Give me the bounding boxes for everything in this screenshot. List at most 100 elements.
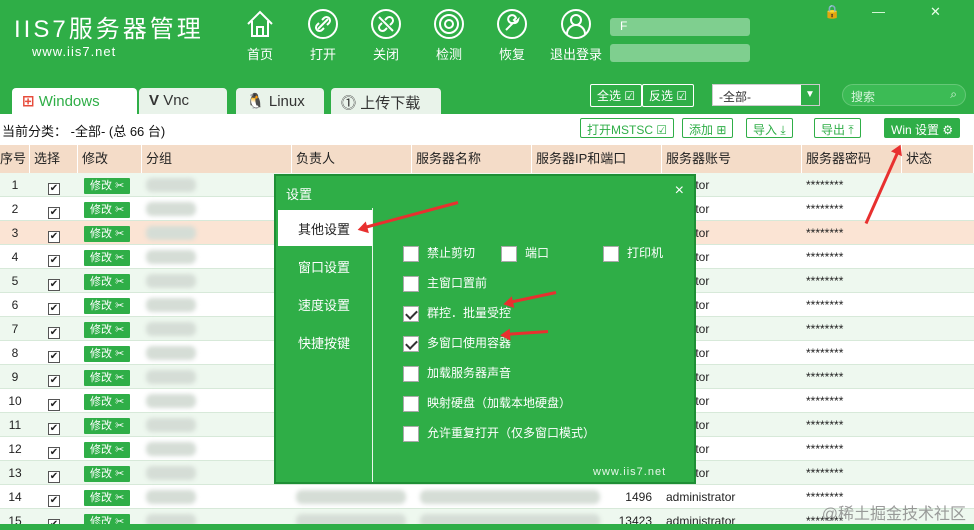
sidebar-item-hotkeys[interactable]: 快捷按键 — [278, 324, 372, 360]
col-owner: 负责人 — [292, 145, 412, 173]
option-checkbox[interactable]: 加载服务器声音 — [403, 364, 511, 382]
row-select-checkbox[interactable]: ✔ — [30, 365, 78, 389]
row-edit-button[interactable]: 修改 ✂ — [84, 413, 136, 437]
nav-open-button[interactable]: 打开 — [295, 8, 351, 63]
row-select-checkbox[interactable]: ✔ — [30, 197, 78, 221]
close-window-button[interactable]: ✕ — [930, 4, 941, 20]
row-edit-button[interactable]: 修改 ✂ — [84, 269, 136, 293]
row-select-checkbox[interactable]: ✔ — [30, 173, 78, 197]
checkbox-checked-icon: ✔ — [48, 423, 60, 435]
wrench-icon — [497, 9, 527, 39]
row-edit-button[interactable]: 修改 ✂ — [84, 221, 136, 245]
tools-icon: ✂ — [115, 348, 125, 360]
import-button[interactable]: 导入 ⤓ — [746, 118, 793, 138]
edit-label: 修改 — [90, 252, 112, 264]
row-no: 8 — [11, 346, 19, 360]
sidebar-item-window[interactable]: 窗口设置 — [278, 248, 372, 284]
row-select-checkbox[interactable]: ✔ — [30, 293, 78, 317]
row-edit-button[interactable]: 修改 ✂ — [84, 341, 136, 365]
tab-vnc[interactable]: V Vnc — [139, 88, 227, 114]
row-edit-button[interactable]: 修改 ✂ — [84, 389, 136, 413]
option-checkbox[interactable]: 主窗口置前 — [403, 274, 487, 292]
row-select-checkbox[interactable]: ✔ — [30, 413, 78, 437]
row-select-checkbox[interactable]: ✔ — [30, 485, 78, 509]
row-edit-button[interactable]: 修改 ✂ — [84, 461, 136, 485]
dialog-close-button[interactable]: × — [675, 182, 684, 200]
win-settings-button[interactable]: Win 设置 ⚙ — [884, 118, 961, 138]
tools-icon: ✂ — [115, 420, 125, 432]
row-group-redacted — [146, 202, 196, 216]
option-checkbox[interactable]: 端口 — [501, 244, 549, 262]
row-password: ******** — [806, 250, 844, 264]
nav-restore-button[interactable]: 恢复 — [484, 8, 540, 63]
checkbox-checked-icon: ✔ — [48, 471, 60, 483]
option-checkbox[interactable]: 群控．批量受控 — [403, 304, 511, 322]
row-password: ******** — [806, 298, 844, 312]
open-mstsc-button[interactable]: 打开MSTSC ☑ — [580, 118, 675, 138]
tab-vnc-label: Vnc — [163, 92, 190, 109]
export-button[interactable]: 导出 ⤒ — [814, 118, 861, 138]
nav-check-button[interactable]: 检测 — [421, 8, 477, 63]
edit-label: 修改 — [90, 228, 112, 240]
edit-label: 修改 — [90, 444, 112, 456]
row-owner-redacted — [296, 490, 406, 504]
add-button[interactable]: 添加 ⊞ — [682, 118, 734, 138]
row-edit-button[interactable]: 修改 ✂ — [84, 365, 136, 389]
row-edit-button[interactable]: 修改 ✂ — [84, 485, 136, 509]
nav-home-button[interactable]: 首页 — [232, 8, 288, 63]
row-password: ******** — [806, 442, 844, 456]
option-checkbox[interactable]: 多窗口使用容器 — [403, 334, 511, 352]
row-edit-button[interactable]: 修改 ✂ — [84, 317, 136, 341]
select-all-button[interactable]: 全选 ☑ — [590, 84, 643, 107]
tools-icon: ✂ — [115, 396, 125, 408]
col-group: 分组 — [142, 145, 292, 173]
user-info-initial: F — [620, 19, 628, 33]
option-checkbox[interactable]: 允许重复打开（仅多窗口模式） — [403, 424, 595, 442]
checkbox-icon — [403, 365, 419, 382]
row-select-checkbox[interactable]: ✔ — [30, 245, 78, 269]
nav-close-button[interactable]: 关闭 — [358, 8, 414, 63]
checkbox-checked-icon: ✔ — [48, 351, 60, 363]
plus-icon: ⊞ — [716, 123, 727, 137]
row-no: 6 — [11, 298, 19, 312]
minimize-button[interactable]: — — [872, 4, 885, 19]
row-select-checkbox[interactable]: ✔ — [30, 269, 78, 293]
sidebar-item-speed[interactable]: 速度设置 — [278, 286, 372, 322]
nav-open-label: 打开 — [309, 47, 336, 62]
row-select-checkbox[interactable]: ✔ — [30, 389, 78, 413]
row-select-checkbox[interactable]: ✔ — [30, 437, 78, 461]
tab-linux[interactable]: 🐧 Linux — [236, 88, 324, 114]
option-checkbox[interactable]: 禁止剪切 — [403, 244, 475, 262]
table-header: 序号 选择 修改 分组 负责人 服务器名称 服务器IP和端口 服务器账号 服务器… — [0, 145, 974, 173]
search-input[interactable]: 搜索 ⌕ — [842, 84, 966, 106]
row-select-checkbox[interactable]: ✔ — [30, 317, 78, 341]
tab-windows[interactable]: ⊞ Windows — [12, 88, 137, 114]
tab-upload-download[interactable]: ⓵ 上传下载 — [331, 88, 441, 114]
row-password: ******** — [806, 202, 844, 216]
row-edit-button[interactable]: 修改 ✂ — [84, 437, 136, 461]
row-edit-button[interactable]: 修改 ✂ — [84, 245, 136, 269]
option-checkbox[interactable]: 映射硬盘（加载本地硬盘） — [403, 394, 571, 412]
row-select-checkbox[interactable]: ✔ — [30, 221, 78, 245]
tools-icon: ✂ — [115, 180, 125, 192]
server-table: 序号 选择 修改 分组 负责人 服务器名称 服务器IP和端口 服务器账号 服务器… — [0, 145, 974, 530]
windows-icon: ⊞ — [22, 93, 35, 110]
invert-select-button[interactable]: 反选 ☑ — [642, 84, 695, 107]
row-select-checkbox[interactable]: ✔ — [30, 461, 78, 485]
nav-home-label: 首页 — [246, 47, 273, 62]
row-group-redacted — [146, 346, 196, 360]
group-select[interactable]: -全部- ▼ — [712, 84, 820, 106]
row-select-checkbox[interactable]: ✔ — [30, 341, 78, 365]
group-select-value: -全部- — [719, 90, 751, 104]
row-edit-button[interactable]: 修改 ✂ — [84, 173, 136, 197]
option-checkbox[interactable]: 打印机 — [603, 244, 663, 262]
invert-select-label: 反选 — [649, 89, 674, 103]
user-info-line-2 — [610, 44, 750, 62]
row-edit-button[interactable]: 修改 ✂ — [84, 293, 136, 317]
edit-label: 修改 — [90, 396, 112, 408]
lock-icon[interactable]: 🔒 — [824, 4, 840, 20]
nav-logout-button[interactable]: 退出登录 — [546, 8, 606, 63]
checkbox-icon — [403, 395, 419, 412]
tab-bar: ⊞ Windows V Vnc 🐧 Linux ⓵ 上传下载 — [0, 84, 974, 114]
row-edit-button[interactable]: 修改 ✂ — [84, 197, 136, 221]
